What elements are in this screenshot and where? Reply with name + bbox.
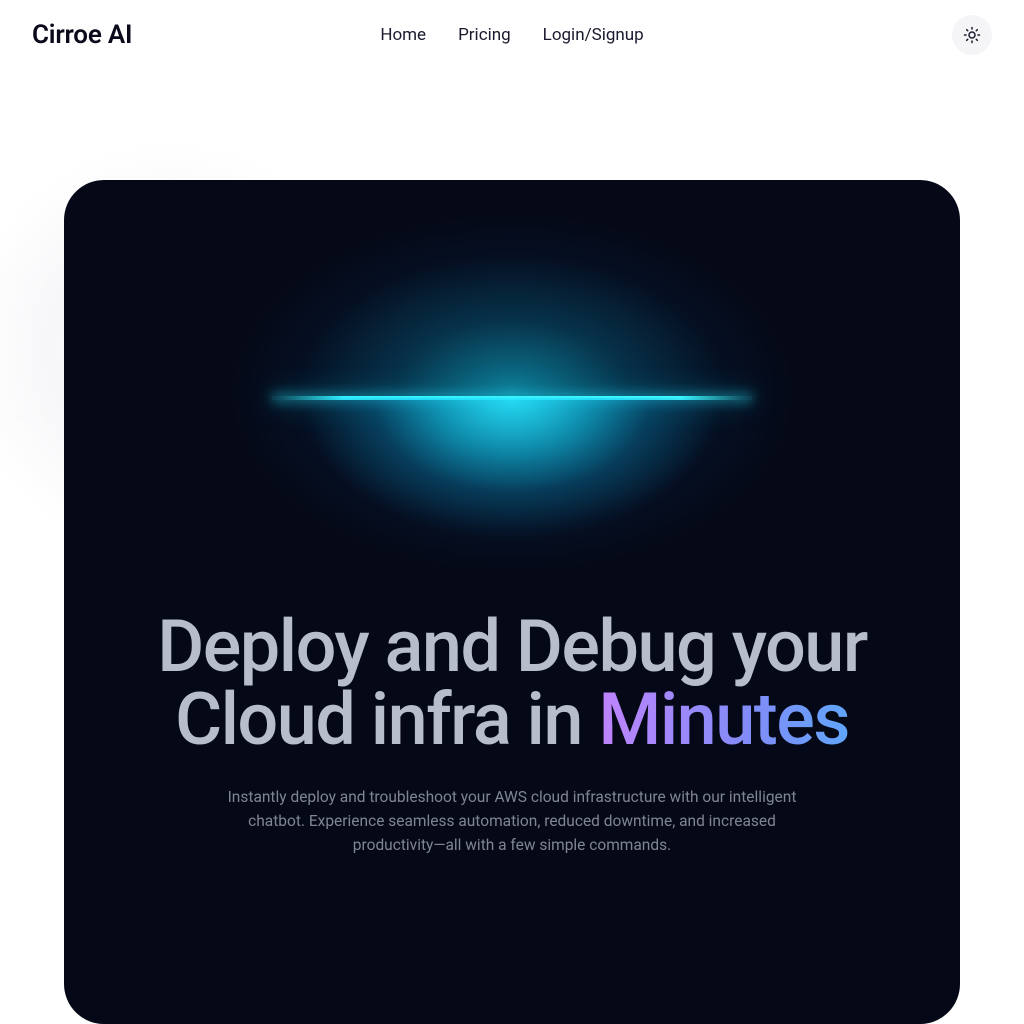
brand-logo[interactable]: Cirroe AI (32, 20, 132, 50)
sun-icon (963, 26, 981, 44)
theme-toggle-button[interactable] (952, 15, 992, 55)
hero-light-bar (272, 396, 752, 400)
nav-pricing[interactable]: Pricing (458, 25, 511, 45)
hero-headline-highlight: Minutes (598, 677, 849, 762)
hero-inner: Deploy and Debug your Cloud infra in Min… (64, 180, 960, 1024)
main-nav: Home Pricing Login/Signup (380, 25, 643, 45)
hero-section: Deploy and Debug your Cloud infra in Min… (64, 180, 960, 1024)
hero-text-block: Deploy and Debug your Cloud infra in Min… (64, 610, 960, 857)
header: Cirroe AI Home Pricing Login/Signup (0, 0, 1024, 70)
nav-home[interactable]: Home (380, 25, 426, 45)
nav-login-signup[interactable]: Login/Signup (543, 25, 644, 45)
hero-subtext: Instantly deploy and troubleshoot your A… (212, 785, 812, 857)
hero-headline: Deploy and Debug your Cloud infra in Min… (104, 610, 920, 757)
